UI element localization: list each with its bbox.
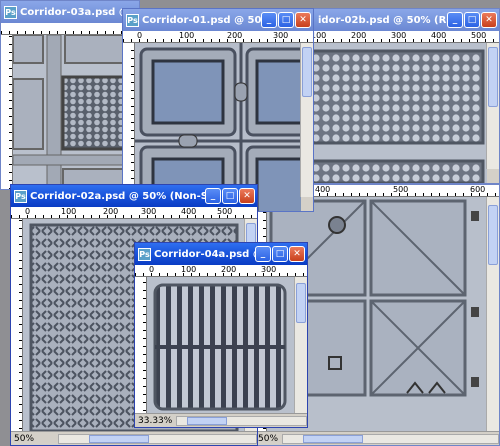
horizontal-ruler: 100 200 300 400 500 [301,31,499,43]
ruler-label: 0 [149,265,155,274]
vertical-ruler [135,277,147,427]
ruler-label: 500 [217,207,233,216]
psd-file-icon: Ps [14,189,27,203]
psd-file-icon: Ps [4,5,17,19]
window-corridor-02b[interactable]: idor-02b.psd @ 50% (RGB/8) _ □ ✕ 100 200… [300,8,500,184]
title-bar[interactable]: Ps Corridor-01.psd @ 50% (... _ □ ✕ [123,9,313,31]
horizontal-ruler: 0 100 200 300 400 500 [11,207,257,219]
horizontal-scrollbar[interactable] [176,415,307,426]
horizontal-scrollbar[interactable] [58,433,257,444]
maximize-icon[interactable]: □ [278,12,294,28]
ruler-label: 200 [103,207,119,216]
window-title: idor-02b.psd @ 50% (RGB/8) [318,14,447,26]
texture-canvas[interactable] [301,43,487,183]
ruler-label: 300 [273,31,289,40]
vertical-scrollbar[interactable] [486,197,499,431]
ruler-label: 100 [61,207,77,216]
minimize-icon[interactable]: _ [255,246,271,262]
ruler-label: 200 [351,31,367,40]
ruler-label: 200 [227,31,243,40]
dotted-panel-texture [301,43,487,183]
maximize-icon[interactable]: □ [464,12,480,28]
ruler-label: 100 [179,31,195,40]
horizontal-ruler: 0 100 200 300 [135,265,307,277]
ruler-label: 400 [181,207,197,216]
window-corridor-01[interactable]: Ps Corridor-01.psd @ 50% (... _ □ ✕ 0 10… [122,8,314,212]
texture-canvas[interactable] [12,34,139,189]
ruler-label: 500 [393,185,409,194]
status-bar: 50% [11,431,257,445]
ruler-label: 300 [261,265,277,274]
ruler-label: 200 [221,265,237,274]
zoom-level[interactable]: 50% [14,434,34,444]
ruler-label: 500 [471,31,487,40]
minimize-icon[interactable]: _ [205,188,221,204]
window-corridor-03a[interactable]: Ps Corridor-03a.psd @ 5 [0,0,140,190]
title-bar[interactable]: Ps Corridor-02a.psd @ 50% (Non-Slip 1 ..… [11,185,257,207]
horizontal-ruler: 0 100 200 300 [123,31,313,43]
zoom-level[interactable]: 50% [258,434,278,444]
horizontal-ruler [1,23,139,35]
window-title: Corridor-02a.psd @ 50% (Non-Slip 1 ... [30,190,205,202]
ruler-label: 0 [25,207,31,216]
close-icon[interactable]: ✕ [239,188,255,204]
window-corridor-04a[interactable]: Ps Corridor-04a.psd @ 3... _ □ ✕ 0 100 2… [134,242,308,428]
ruler-label: 100 [181,265,197,274]
vent-grille-texture [147,277,294,413]
ruler-label: 0 [137,31,143,40]
title-bar[interactable]: Ps Corridor-04a.psd @ 3... _ □ ✕ [135,243,307,265]
zoom-level[interactable]: 33.33% [138,416,172,426]
ruler-label: 400 [315,185,331,194]
texture-canvas[interactable] [147,277,294,413]
ruler-label: 300 [141,207,157,216]
ruler-label: 300 [391,31,407,40]
close-icon[interactable]: ✕ [481,12,497,28]
close-icon[interactable]: ✕ [295,12,311,28]
vertical-ruler [11,219,23,445]
vertical-ruler [1,35,13,189]
horizontal-scrollbar[interactable] [282,433,499,444]
vertical-scrollbar[interactable] [486,43,499,169]
maximize-icon[interactable]: □ [222,188,238,204]
ruler-label: 400 [431,31,447,40]
title-bar[interactable]: Ps Corridor-03a.psd @ 5 [1,1,139,23]
status-bar: 33.33% [135,413,307,427]
status-bar: 50% [255,431,499,445]
close-icon[interactable]: ✕ [289,246,305,262]
vertical-scrollbar[interactable] [294,277,307,413]
maximize-icon[interactable]: □ [272,246,288,262]
psd-file-icon: Ps [126,13,139,27]
psd-file-icon: Ps [138,247,151,261]
minimize-icon[interactable]: _ [447,12,463,28]
window-title: Corridor-01.psd @ 50% (... [142,14,261,26]
minimize-icon[interactable]: _ [261,12,277,28]
window-title: Corridor-04a.psd @ 3... [154,248,255,260]
ruler-label: 600 [470,185,486,194]
vertical-scrollbar[interactable] [300,43,313,197]
title-bar[interactable]: idor-02b.psd @ 50% (RGB/8) _ □ ✕ [301,9,499,31]
hex-grate-texture [12,34,139,189]
